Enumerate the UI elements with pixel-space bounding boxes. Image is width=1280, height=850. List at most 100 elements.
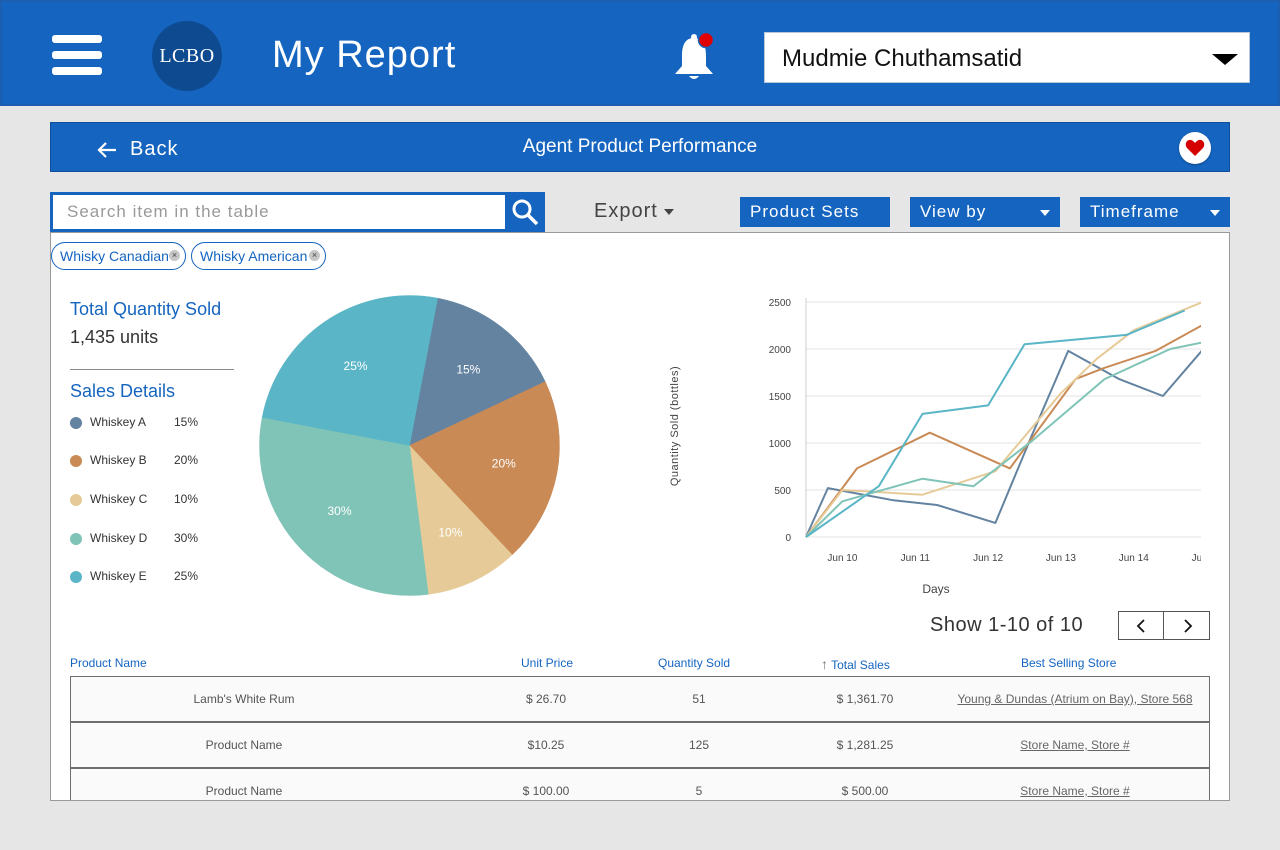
- table-search-input[interactable]: [50, 192, 506, 232]
- filter-chip-label: Whisky Canadian: [60, 248, 169, 264]
- chevron-right-icon: [1183, 618, 1192, 633]
- table-row[interactable]: Lamb's White Rum $ 26.70 51 $ 1,361.70 Y…: [70, 676, 1210, 722]
- total-quantity-label: Total Quantity Sold: [70, 299, 222, 319]
- app-header: LCBO My Report Mudmie Chuthamsatid: [0, 0, 1280, 106]
- cell-unit-price: $ 26.70: [525, 692, 567, 706]
- lcbo-logo[interactable]: LCBO: [152, 21, 222, 91]
- y-tick-label: 1000: [769, 439, 792, 450]
- x-tick-label: Jun 13: [1046, 553, 1076, 564]
- favorite-heart-icon[interactable]: [1179, 132, 1211, 164]
- series-line-5[interactable]: [805, 309, 1186, 538]
- cell-product-name: Product Name: [205, 738, 283, 752]
- cell-unit-price: $ 100.00: [522, 784, 570, 798]
- cell-total-sales: $ 1,361.70: [836, 692, 894, 706]
- table-row[interactable]: Product Name $ 100.00 5 $ 500.00 Store N…: [70, 768, 1210, 800]
- caret-down-icon: [1040, 210, 1050, 216]
- legend-name: Whiskey E: [90, 569, 147, 583]
- report-panel: Whisky Canadian × Whisky American × Tota…: [50, 232, 1230, 801]
- y-tick-label: 0: [785, 533, 791, 544]
- filter-chip-whisky-canadian[interactable]: Whisky Canadian ×: [51, 242, 186, 270]
- cell-quantity-sold: 51: [692, 692, 706, 706]
- view-by-label: View by: [920, 202, 987, 221]
- pie-slice-label: 30%: [328, 504, 352, 518]
- cell-best-selling-store-link[interactable]: Young & Dundas (Atrium on Bay), Store 56…: [957, 692, 1192, 706]
- chevron-down-icon: [1212, 54, 1238, 65]
- cell-best-selling-store-link[interactable]: Store Name, Store #: [1020, 738, 1129, 752]
- pagination-controls: [1118, 611, 1210, 640]
- previous-page-button[interactable]: [1119, 612, 1164, 639]
- x-tick-label: Jun 10: [827, 553, 857, 564]
- pie-slice-label: 20%: [492, 456, 516, 470]
- filter-chip-whisky-american[interactable]: Whisky American ×: [191, 242, 326, 270]
- timeframe-label: Timeframe: [1090, 202, 1180, 221]
- caret-down-icon: [1210, 210, 1220, 216]
- x-tick-label: Jun 11: [901, 553, 931, 564]
- table-row[interactable]: Product Name $10.25 125 $ 1,281.25 Store…: [70, 722, 1210, 768]
- export-label: Export: [594, 200, 658, 222]
- view-by-dropdown[interactable]: View by: [910, 197, 1060, 227]
- filter-chip-label: Whisky American: [200, 248, 308, 264]
- hamburger-menu-icon[interactable]: [52, 35, 102, 77]
- legend-swatch: [70, 533, 82, 545]
- cell-total-sales: $ 1,281.25: [836, 738, 894, 752]
- product-sets-button[interactable]: Product Sets: [740, 197, 890, 227]
- remove-filter-icon[interactable]: ×: [309, 250, 320, 261]
- legend-swatch: [70, 455, 82, 467]
- legend-percent: 30%: [174, 531, 199, 545]
- report-title-bar: Back Agent Product Performance: [50, 122, 1230, 172]
- pie-slice-label: 10%: [438, 525, 462, 539]
- total-quantity-value: 1,435 units: [70, 327, 159, 347]
- timeframe-dropdown[interactable]: Timeframe: [1080, 197, 1230, 227]
- y-tick-label: 2500: [769, 298, 792, 309]
- legend-percent: 10%: [174, 492, 199, 506]
- series-line-4[interactable]: [805, 339, 1201, 538]
- divider: [70, 369, 234, 370]
- legend-swatch: [70, 417, 82, 429]
- column-header-unit-price[interactable]: Unit Price: [521, 656, 573, 670]
- legend-name: Whiskey A: [90, 415, 147, 429]
- product-sets-label: Product Sets: [750, 202, 860, 221]
- pie-slice-label: 15%: [456, 363, 480, 377]
- export-dropdown[interactable]: Export: [594, 200, 674, 223]
- x-tick-label: Jun 15: [1192, 553, 1201, 564]
- page-title: Agent Product Performance: [522, 136, 758, 157]
- cell-quantity-sold: 5: [695, 784, 703, 798]
- legend-name: Whiskey B: [90, 453, 147, 467]
- next-page-button[interactable]: [1165, 612, 1210, 639]
- sales-pie-chart: 15% 20% 10% 30% 25%: [259, 295, 560, 596]
- legend-name: Whiskey C: [90, 492, 148, 506]
- cell-total-sales: $ 500.00: [841, 784, 889, 798]
- logo-text: LCBO: [159, 44, 215, 67]
- y-tick-label: 500: [774, 486, 791, 497]
- cell-best-selling-store-link[interactable]: Store Name, Store #: [1020, 784, 1129, 798]
- y-axis-label: Quantity Sold (bottles): [669, 366, 681, 486]
- legend-percent: 20%: [174, 453, 199, 467]
- app-title: My Report: [272, 34, 457, 76]
- cell-product-name: Lamb's White Rum: [193, 692, 295, 706]
- legend-swatch: [70, 571, 82, 583]
- cell-product-name: Product Name: [205, 784, 283, 798]
- series-line-1[interactable]: [805, 328, 1201, 538]
- x-tick-label: Jun 14: [1119, 553, 1149, 564]
- cell-unit-price: $10.25: [527, 738, 565, 752]
- user-account-select[interactable]: Mudmie Chuthamsatid: [764, 32, 1250, 83]
- search-icon: [512, 199, 539, 226]
- x-axis-label: Days: [922, 582, 949, 596]
- user-name: Mudmie Chuthamsatid: [782, 45, 1023, 72]
- notification-badge: [697, 32, 715, 49]
- legend-percent: 15%: [174, 415, 199, 429]
- pie-slice-label: 25%: [344, 359, 368, 373]
- legend-swatch: [70, 494, 82, 506]
- chevron-left-icon: [1136, 618, 1145, 633]
- quantity-line-chart: Quantity Sold (bottles) Days 0 500 1000 150…: [669, 295, 1201, 596]
- remove-filter-icon[interactable]: ×: [169, 250, 180, 261]
- column-header-quantity-sold[interactable]: Quantity Sold: [658, 656, 730, 670]
- legend-name: Whiskey D: [90, 531, 148, 545]
- column-header-best-selling-store[interactable]: Best Selling Store: [1021, 656, 1116, 670]
- column-header-product-name[interactable]: Product Name: [70, 656, 147, 670]
- column-header-label: Total Sales: [831, 658, 890, 672]
- column-header-total-sales[interactable]: ↑ Total Sales: [821, 656, 890, 672]
- notification-bell-icon[interactable]: [670, 32, 718, 82]
- search-button[interactable]: [505, 192, 545, 232]
- series-line-3[interactable]: [805, 295, 1201, 538]
